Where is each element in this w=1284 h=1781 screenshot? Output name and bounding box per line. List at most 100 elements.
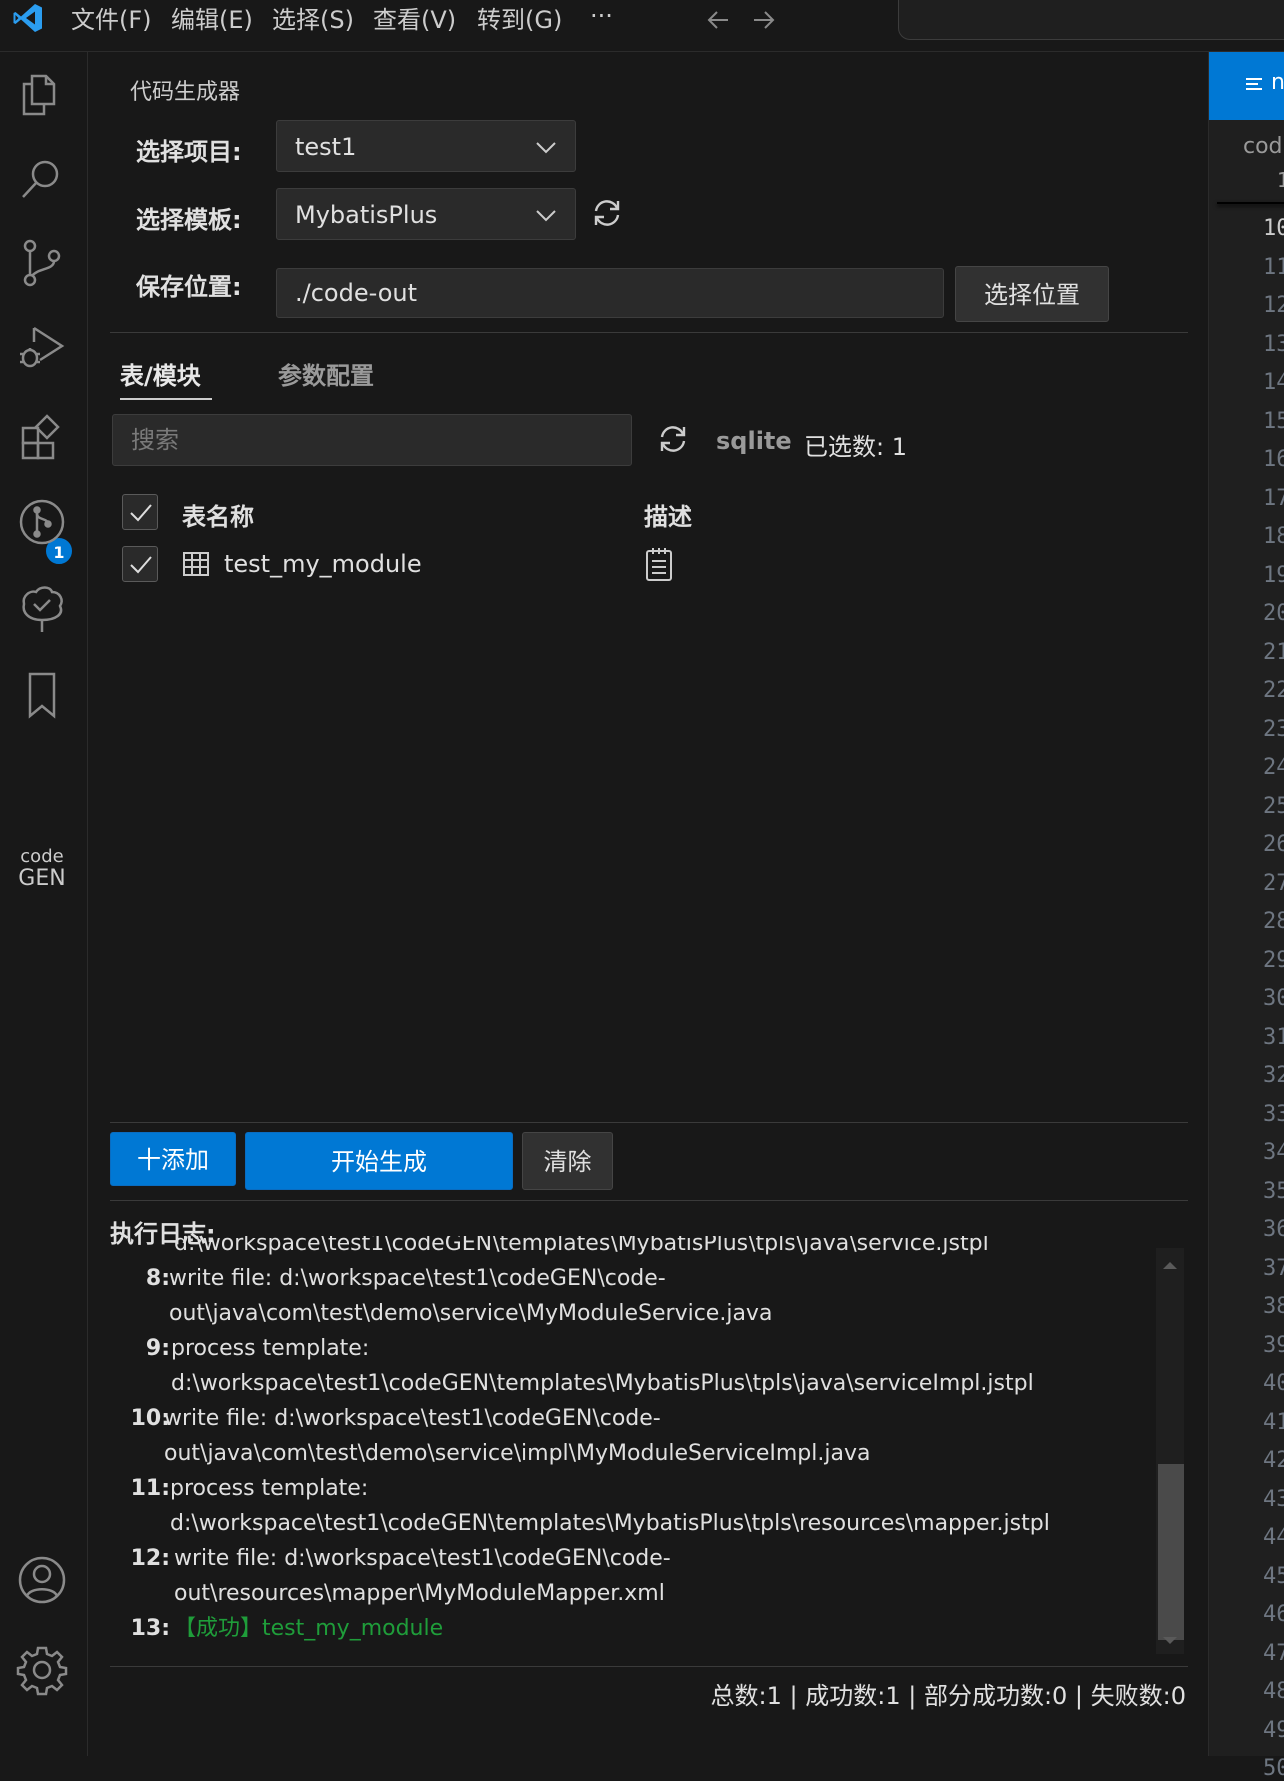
save-location-input[interactable] bbox=[276, 268, 944, 318]
run-debug-icon[interactable] bbox=[14, 318, 70, 374]
line-number: 41 bbox=[1263, 1409, 1284, 1435]
clear-button[interactable]: 清除 bbox=[522, 1132, 613, 1190]
line-number: 34 bbox=[1263, 1140, 1284, 1165]
explorer-files-icon[interactable] bbox=[14, 66, 70, 122]
template-select[interactable]: MybatisPlus bbox=[276, 188, 576, 240]
menu-file[interactable]: 文件(F) bbox=[71, 0, 152, 40]
table-grid-icon bbox=[182, 550, 210, 578]
choose-location-button[interactable]: 选择位置 bbox=[955, 266, 1109, 322]
line-number: 36 bbox=[1263, 1217, 1284, 1242]
arrow-left-icon[interactable] bbox=[704, 6, 732, 34]
line-number: 22 bbox=[1263, 678, 1284, 703]
log-line: d:\workspace\test1\codeGEN\templates\Myb… bbox=[170, 1511, 1050, 1536]
command-center[interactable] bbox=[898, 0, 1284, 40]
settings-gear-icon[interactable] bbox=[14, 1642, 70, 1698]
table-search-input[interactable] bbox=[112, 414, 632, 466]
notepad-icon[interactable] bbox=[644, 546, 674, 582]
line-number: 30 bbox=[1263, 986, 1284, 1011]
activity-bar: 1 code GEN bbox=[0, 52, 88, 1756]
breadcrumb[interactable]: cod bbox=[1243, 134, 1283, 159]
save-location-label: 保存位置: bbox=[136, 273, 242, 301]
template-select-value: MybatisPlus bbox=[295, 201, 438, 229]
line-number: 31 bbox=[1263, 1024, 1284, 1050]
tab-param-config[interactable]: 参数配置 bbox=[278, 356, 374, 391]
log-line: write file: d:\workspace\test1\codeGEN\c… bbox=[164, 1406, 661, 1431]
bookmark-icon[interactable] bbox=[14, 666, 70, 722]
menu-go[interactable]: 转到(G) bbox=[477, 0, 562, 40]
line-number: 44 bbox=[1263, 1525, 1284, 1550]
active-tab-underline bbox=[120, 398, 212, 400]
menu-view[interactable]: 查看(V) bbox=[373, 0, 456, 40]
line-number: 29 bbox=[1263, 947, 1284, 973]
more-menu-icon[interactable]: ··· bbox=[590, 0, 613, 36]
codegen-label-top[interactable]: code bbox=[0, 846, 84, 867]
tree-check-icon[interactable] bbox=[14, 580, 70, 636]
line-number: 14 bbox=[1263, 370, 1284, 395]
line-number: 24 bbox=[1263, 755, 1284, 780]
divider bbox=[110, 1200, 1188, 1201]
tab-tables-modules[interactable]: 表/模块 bbox=[120, 356, 201, 391]
project-select-value: test1 bbox=[295, 133, 357, 161]
log-line-number: 8: bbox=[145, 1266, 170, 1291]
select-all-checkbox[interactable] bbox=[122, 494, 158, 530]
scroll-up-arrow-icon[interactable] bbox=[1162, 1260, 1178, 1270]
line-number: 17 bbox=[1263, 485, 1284, 511]
sticky-scroll-shadow bbox=[1217, 202, 1284, 204]
scroll-down-arrow-icon[interactable] bbox=[1162, 1636, 1178, 1646]
line-number: 26 bbox=[1263, 832, 1284, 857]
title-bar: 文件(F) 编辑(E) 选择(S) 查看(V) 转到(G) ··· bbox=[0, 0, 1284, 52]
line-number: 48 bbox=[1263, 1679, 1284, 1704]
log-line: write file: d:\workspace\test1\codeGEN\c… bbox=[174, 1546, 671, 1571]
log-line-number: 10: bbox=[130, 1406, 170, 1431]
project-select[interactable]: test1 bbox=[276, 120, 576, 172]
log-line-number: 9: bbox=[145, 1336, 170, 1361]
divider bbox=[110, 1122, 1188, 1123]
extensions-icon[interactable] bbox=[14, 408, 70, 464]
refresh-templates-icon[interactable] bbox=[590, 196, 624, 230]
row-checkbox[interactable] bbox=[122, 546, 158, 582]
project-label: 选择项目: bbox=[136, 138, 242, 166]
divider bbox=[110, 1666, 1188, 1667]
menu-selection[interactable]: 选择(S) bbox=[272, 0, 354, 40]
template-label: 选择模板: bbox=[136, 206, 242, 234]
execution-log[interactable]: d:\workspace\test1\codeGEN\templates\Myb… bbox=[110, 1236, 1170, 1654]
editor-tab[interactable]: n bbox=[1209, 52, 1284, 120]
chevron-down-icon bbox=[535, 205, 557, 225]
log-line: process template: bbox=[171, 1336, 370, 1361]
table-row-name: test_my_module bbox=[224, 550, 422, 578]
log-scrollbar-thumb[interactable] bbox=[1158, 1464, 1184, 1640]
codegen-label-bottom[interactable]: GEN bbox=[0, 866, 84, 891]
column-header-table-name: 表名称 bbox=[182, 503, 254, 531]
line-number: 13 bbox=[1263, 331, 1284, 357]
log-line-number: 11: bbox=[130, 1476, 170, 1501]
line-number: 42 bbox=[1263, 1448, 1284, 1473]
line-number: 50 bbox=[1263, 1756, 1284, 1781]
menu-edit[interactable]: 编辑(E) bbox=[171, 0, 253, 40]
log-line: process template: bbox=[170, 1476, 369, 1501]
line-number: 32 bbox=[1263, 1063, 1284, 1088]
refresh-tables-icon[interactable] bbox=[656, 422, 690, 456]
chevron-down-icon bbox=[535, 137, 557, 157]
codegen-panel: 代码生成器 选择项目: test1 选择模板: MybatisPlus 保存位置… bbox=[88, 52, 1208, 1756]
log-line-number: 13: bbox=[130, 1616, 170, 1641]
line-number: 35 bbox=[1263, 1178, 1284, 1204]
account-icon[interactable] bbox=[14, 1552, 70, 1608]
log-line: d:\workspace\test1\codeGEN\templates\Myb… bbox=[171, 1371, 1034, 1396]
search-icon[interactable] bbox=[14, 152, 70, 208]
add-button[interactable]: 十添加 bbox=[110, 1132, 236, 1186]
git-graph-icon[interactable] bbox=[14, 494, 70, 550]
line-number: 25 bbox=[1263, 793, 1284, 819]
line-number: 11 bbox=[1263, 254, 1284, 280]
source-control-icon[interactable] bbox=[14, 234, 70, 290]
line-number: 49 bbox=[1263, 1717, 1284, 1743]
line-number: 15 bbox=[1263, 408, 1284, 434]
log-line: out\java\com\test\demo\service\impl\MyMo… bbox=[164, 1441, 871, 1466]
line-number: 46 bbox=[1263, 1602, 1284, 1627]
arrow-right-icon[interactable] bbox=[750, 6, 778, 34]
log-line-number: 12: bbox=[130, 1546, 170, 1571]
vscode-logo-icon[interactable] bbox=[12, 2, 44, 34]
generation-status-summary: 总数:1 | 成功数:1 | 部分成功数:0 | 失败数:0 bbox=[710, 1682, 1186, 1710]
line-number: 37 bbox=[1263, 1255, 1284, 1281]
start-generate-button[interactable]: 开始生成 bbox=[245, 1132, 513, 1190]
line-number: 23 bbox=[1263, 716, 1284, 742]
